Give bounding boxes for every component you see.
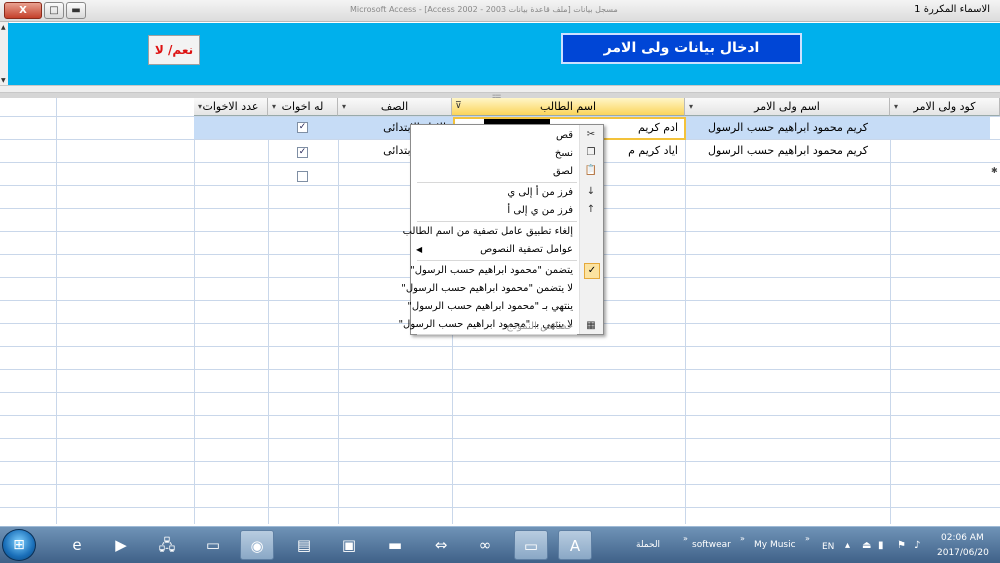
dropdown-arrow-icon[interactable]: ▾ <box>689 98 693 115</box>
column-header-siblings-count[interactable]: عدد الاخوات ▾ <box>194 98 268 116</box>
menu-item-label: ينتهي بـ "محمود ابراهيم حسب الرسول" <box>407 301 573 312</box>
properties-icon: ▦ <box>586 320 596 331</box>
menu-item-label: فرز من أ إلى ي <box>507 187 573 198</box>
menu-item-copy[interactable]: ❐ نسخ <box>411 145 603 163</box>
application-title: Microsoft Access - [Access 2002 - 2003 م… <box>350 5 618 14</box>
form-title: ادخال بيانات ولى الامر <box>561 33 802 64</box>
remote-desktop-icon[interactable]: ▣ <box>332 530 366 560</box>
grid-column-line <box>194 98 195 524</box>
menu-item-label: خصائص النموذج <box>506 321 573 332</box>
context-menu: ✂ قص ❐ نسخ 📋 لصق ↓ فرز من أ إلى ي ↑ فرز … <box>398 124 604 335</box>
header-horizontal-scrollbar[interactable] <box>0 85 1000 93</box>
sort-descending-icon: ↑ <box>586 204 596 215</box>
terminal-icon[interactable]: ▬ <box>378 530 412 560</box>
has-siblings-checkbox[interactable] <box>297 171 308 182</box>
has-siblings-checkbox[interactable]: ✓ <box>297 147 308 158</box>
clock-date[interactable]: 2017/06/20 <box>937 548 989 558</box>
menu-item-label: نسخ <box>554 148 573 159</box>
dropdown-arrow-icon[interactable]: ▾ <box>198 98 202 115</box>
filter-icon[interactable]: ⊽ <box>455 98 462 115</box>
scissors-icon: ✂ <box>586 129 596 140</box>
menu-item-text-filters[interactable]: عوامل تصفية النصوص ◀ <box>411 241 603 259</box>
signal-icon[interactable]: ▮ <box>878 540 884 551</box>
close-window-button[interactable]: X <box>4 2 42 19</box>
volume-icon[interactable]: ♪ <box>914 540 920 551</box>
menu-item-sort-descending[interactable]: ↑ فرز من ي إلى أ <box>411 202 603 220</box>
column-header-label: اسم الطالب <box>539 100 597 113</box>
language-indicator[interactable]: EN <box>822 542 834 552</box>
access-icon[interactable]: A <box>558 530 592 560</box>
menu-item-sort-ascending[interactable]: ↓ فرز من أ إلى ي <box>411 184 603 202</box>
chevron-icon: » <box>805 534 810 543</box>
menu-item-contains[interactable]: ✓ يتضمن "محمود ابراهيم حسب الرسول" <box>410 262 603 280</box>
menu-item-label: لا يتضمن "محمود ابراهيم حسب الرسول" <box>401 283 573 294</box>
column-header-label: كود ولى الامر <box>913 100 976 113</box>
display-icon[interactable]: ▭ <box>196 530 230 560</box>
start-button[interactable]: ⊞ <box>2 529 36 561</box>
firefox-icon[interactable]: ◉ <box>240 530 274 560</box>
column-header-has-siblings[interactable]: له اخوات ▾ <box>268 98 338 116</box>
dropdown-arrow-icon[interactable]: ▾ <box>272 98 276 115</box>
column-header-label: له اخوات <box>281 100 324 113</box>
copy-icon: ❐ <box>586 147 596 158</box>
tray-expand-icon[interactable]: ▴ <box>845 540 850 551</box>
taskbar-button-my-music[interactable]: My Music <box>754 540 796 550</box>
restore-window-button[interactable]: □ <box>44 2 64 19</box>
scroll-down-icon[interactable]: ▼ <box>1 77 6 84</box>
grid-column-line <box>890 98 891 524</box>
column-header-label: الصف <box>380 100 409 113</box>
chevron-icon: » <box>683 534 688 543</box>
flag-icon[interactable]: ⚑ <box>897 540 906 551</box>
media-player-icon[interactable]: ▶ <box>104 530 138 560</box>
parent-name-cell[interactable]: كريم محمود ابراهيم حسب الرسول <box>686 117 890 139</box>
scroll-up-icon[interactable]: ▲ <box>1 24 6 31</box>
window-title: الاسماء المكررة 1 <box>914 4 990 15</box>
parent-name-cell[interactable]: كريم محمود ابراهيم حسب الرسول <box>686 140 890 162</box>
menu-separator <box>417 260 577 261</box>
usb-icon[interactable]: ⏏ <box>862 540 871 551</box>
menu-item-paste[interactable]: 📋 لصق <box>411 163 603 181</box>
column-header-label: عدد الاخوات <box>202 100 259 113</box>
yes-no-button[interactable]: نعم/ لا <box>148 35 200 65</box>
menu-item-not-contains[interactable]: لا يتضمن "محمود ابراهيم حسب الرسول" <box>401 280 603 298</box>
paste-icon: 📋 <box>584 165 598 176</box>
menu-item-form-properties: ▦ خصائص النموذج <box>411 318 603 336</box>
new-record-icon: ✱ <box>991 166 998 175</box>
dropdown-arrow-icon[interactable]: ▾ <box>894 98 898 115</box>
clock-time[interactable]: 02:06 AM <box>941 533 984 543</box>
grid-column-line <box>268 98 269 524</box>
menu-item-label: فرز من ي إلى أ <box>507 205 573 216</box>
internet-explorer-icon[interactable]: e <box>60 530 94 560</box>
menu-item-label: قص <box>555 130 573 141</box>
menu-item-label: يتضمن "محمود ابراهيم حسب الرسول" <box>410 265 573 276</box>
taskbar-button-softwear[interactable]: softwear <box>692 540 731 550</box>
column-header-parent-name[interactable]: اسم ولى الامر ▾ <box>685 98 890 116</box>
file-explorer-icon[interactable]: ▭ <box>514 530 548 560</box>
calculator-icon[interactable]: ▤ <box>287 530 321 560</box>
column-header-label: اسم ولى الامر <box>754 100 820 113</box>
column-header-student-name[interactable]: اسم الطالب ⊽ <box>452 98 685 116</box>
menu-item-label: إلغاء تطبيق عامل تصفية من اسم الطالب <box>402 226 573 237</box>
check-icon: ✓ <box>584 263 600 279</box>
taskbar-button-campaign[interactable]: الحملة <box>636 540 660 550</box>
chevron-icon: » <box>740 534 745 543</box>
sort-ascending-icon: ↓ <box>586 186 596 197</box>
menu-item-clear-filter[interactable]: إلغاء تطبيق عامل تصفية من اسم الطالب <box>403 223 603 241</box>
menu-item-label: لصق <box>552 166 573 177</box>
column-header-grade[interactable]: الصف ▾ <box>338 98 452 116</box>
menu-separator <box>417 221 577 222</box>
menu-item-cut[interactable]: ✂ قص <box>411 127 603 145</box>
menu-item-ends-with[interactable]: ينتهي بـ "محمود ابراهيم حسب الرسول" <box>407 298 603 316</box>
minimize-window-button[interactable]: ▬ <box>66 2 86 19</box>
dropdown-arrow-icon[interactable]: ▾ <box>342 98 346 115</box>
infinity-app-icon[interactable]: ∞ <box>468 530 502 560</box>
network-icon[interactable]: 🖧 <box>150 530 184 560</box>
column-header-parent-code[interactable]: كود ولى الامر ▾ <box>890 98 1000 116</box>
has-siblings-checkbox[interactable]: ✓ <box>297 122 308 133</box>
submenu-arrow-icon: ◀ <box>416 245 423 254</box>
menu-item-label: عوامل تصفية النصوص <box>480 244 573 255</box>
menu-separator <box>417 182 577 183</box>
teamviewer-icon[interactable]: ⇔ <box>424 530 458 560</box>
grid-column-line <box>56 98 57 524</box>
